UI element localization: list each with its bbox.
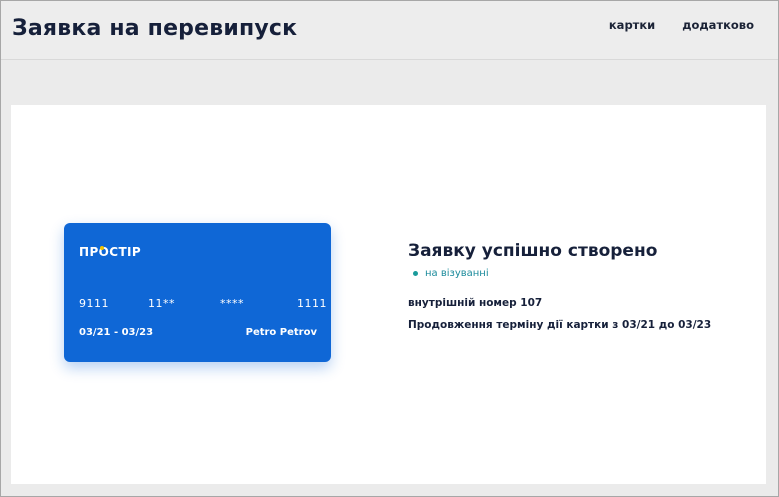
result-panel: Заявку успішно створено на візуванні вну… xyxy=(408,241,711,331)
nav-additional-link[interactable]: додатково xyxy=(682,18,754,32)
card-number-group-4: 1111 xyxy=(297,297,327,310)
result-title: Заявку успішно створено xyxy=(408,241,658,261)
internal-number: внутрішній номер 107 xyxy=(408,297,543,309)
main-content: ПРОСТІР 9111 11** **** 1111 03/21 - 03/2… xyxy=(11,105,766,484)
top-nav: картки додатково xyxy=(609,18,754,32)
card-validity: 03/21 - 03/23 xyxy=(79,327,154,338)
card-brand-o: О xyxy=(98,245,110,259)
card-number-group-3: **** xyxy=(220,297,244,310)
card-brand-post: СТІР xyxy=(109,245,142,259)
card-number-group-1: 9111 xyxy=(79,297,109,310)
extension-info: Продовження терміну дії картки з 03/21 д… xyxy=(408,319,712,331)
nav-cards-link[interactable]: картки xyxy=(609,18,655,32)
header: Заявка на перевипуск картки додатково xyxy=(1,1,778,60)
bank-card: ПРОСТІР 9111 11** **** 1111 03/21 - 03/2… xyxy=(64,223,331,362)
card-brand-pre: ПР xyxy=(79,245,99,259)
status-dot-icon xyxy=(413,271,418,276)
status-text: на візуванні xyxy=(425,268,489,279)
page-title: Заявка на перевипуск xyxy=(12,16,298,41)
card-holder-name: Petro Petrov xyxy=(245,327,317,338)
app-window: Заявка на перевипуск картки додатково ПР… xyxy=(0,0,779,497)
card-brand-logo: ПРОСТІР xyxy=(79,245,141,259)
status-indicator: на візуванні xyxy=(413,268,711,279)
card-number-group-2: 11** xyxy=(148,297,175,310)
